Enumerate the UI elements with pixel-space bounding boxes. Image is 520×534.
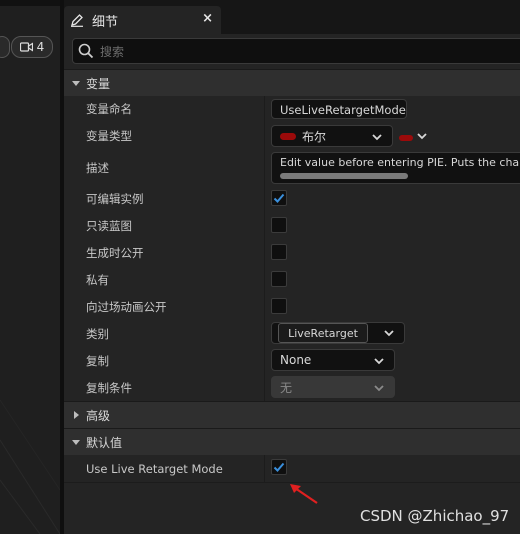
row-label: 变量命名 [86, 102, 132, 116]
description-field[interactable]: Edit value before entering PIE. Puts the… [271, 152, 520, 184]
section-default-value-label: 默认值 [86, 435, 123, 450]
chevron-down-icon [371, 131, 383, 143]
replication-dropdown[interactable]: None [271, 349, 395, 371]
pencil-icon [70, 13, 84, 27]
row-label: Use Live Retarget Mode [86, 461, 223, 476]
row-category: 类别 LiveRetarget [64, 320, 520, 348]
replication-condition-value: 无 [280, 380, 293, 395]
row-label: 复制条件 [86, 380, 132, 395]
row-label: 私有 [86, 272, 109, 287]
row-variable-type: 变量类型 布尔 [64, 122, 520, 151]
blueprint-readonly-checkbox[interactable] [271, 217, 287, 233]
tab-details[interactable]: 细节 × [64, 6, 221, 34]
row-divider [264, 293, 265, 320]
search-icon [78, 43, 94, 59]
row-blueprint-readonly: 只读蓝图 [64, 212, 520, 240]
replication-value: None [280, 353, 312, 367]
tab-separator [221, 6, 223, 34]
viewport-top-trim [0, 0, 60, 6]
section-advanced[interactable]: 高级 [64, 401, 520, 428]
expose-on-spawn-checkbox[interactable] [271, 244, 287, 260]
section-default-value[interactable]: 默认值 [64, 428, 520, 455]
row-replication-condition: 复制条件 无 [64, 374, 520, 402]
camera-speed-value: 4 [36, 40, 45, 54]
search-input[interactable]: 搜索 [72, 38, 520, 64]
row-replication: 复制 None [64, 347, 520, 375]
instance-editable-checkbox[interactable] [271, 190, 287, 206]
row-divider [264, 150, 265, 185]
search-placeholder: 搜索 [100, 44, 125, 59]
row-divider [264, 122, 265, 150]
row-label: 描述 [86, 160, 109, 175]
row-label: 生成时公开 [86, 245, 144, 260]
row-variable-name: 变量命名 UseLiveRetargetMode [64, 96, 520, 123]
row-instance-editable: 可编辑实例 [64, 185, 520, 213]
expose-to-cinematics-checkbox[interactable] [271, 298, 287, 314]
chevron-right-icon [70, 409, 82, 421]
tab-title: 细节 [92, 14, 119, 30]
section-variable[interactable]: 变量 [64, 69, 520, 96]
checkmark-icon [273, 193, 285, 203]
row-expose-to-cinematics: 向过场动画公开 [64, 293, 520, 321]
row-divider [264, 266, 265, 293]
row-label: 变量类型 [86, 129, 132, 143]
camera-speed-button[interactable]: 4 [11, 36, 53, 58]
bool-type-pill-icon [280, 132, 296, 140]
chevron-down-icon [383, 327, 395, 339]
variable-type-dropdown[interactable]: 布尔 [271, 125, 393, 147]
replication-condition-dropdown: 无 [271, 376, 395, 398]
viewport-grid-lines [0, 399, 60, 534]
row-description: 描述 Edit value before entering PIE. Puts … [64, 150, 520, 186]
row-divider [264, 455, 265, 482]
variable-type-value: 布尔 [302, 129, 327, 144]
row-divider [264, 239, 265, 266]
category-combobox[interactable]: LiveRetarget [271, 322, 405, 344]
container-type-pill-icon [399, 134, 413, 141]
description-text: Edit value before entering PIE. Puts the… [280, 156, 520, 169]
row-label: 可编辑实例 [86, 191, 144, 206]
chevron-down-icon [70, 436, 82, 448]
variable-name-field[interactable]: UseLiveRetargetMode [271, 99, 407, 119]
chevron-down-icon [373, 382, 385, 394]
viewport-toggle-button[interactable] [0, 36, 10, 58]
row-label: 只读蓝图 [86, 218, 132, 233]
chevron-down-icon [373, 355, 385, 367]
camera-icon [19, 42, 33, 52]
row-expose-on-spawn: 生成时公开 [64, 239, 520, 267]
section-variable-label: 变量 [86, 76, 111, 91]
use-live-retarget-mode-checkbox[interactable] [271, 459, 287, 475]
checkmark-icon [273, 462, 285, 472]
private-checkbox[interactable] [271, 271, 287, 287]
row-divider [264, 185, 265, 212]
category-value[interactable]: LiveRetarget [278, 323, 368, 343]
section-advanced-label: 高级 [86, 408, 111, 423]
horizontal-scrollbar[interactable] [280, 173, 408, 179]
container-type-dropdown[interactable] [399, 130, 428, 145]
row-divider [264, 374, 265, 401]
row-private: 私有 [64, 266, 520, 294]
row-label: 复制 [86, 353, 109, 368]
tab-bar: 细节 × [64, 0, 520, 34]
chevron-down-icon [70, 77, 82, 89]
close-icon[interactable]: × [202, 11, 213, 26]
watermark: CSDN @Zhichao_97 [360, 507, 510, 525]
row-divider [264, 96, 265, 122]
row-label: 类别 [86, 326, 109, 341]
annotation-arrow-icon [290, 484, 318, 504]
row-divider [264, 347, 265, 374]
row-label: 向过场动画公开 [86, 299, 167, 314]
chevron-down-icon [416, 130, 428, 145]
viewport-pane: 4 [0, 0, 60, 534]
details-panel: 细节 × 搜索 变量 变量命名 UseLiveRetargetMode 变量类型… [64, 0, 520, 534]
row-divider [264, 212, 265, 239]
row-divider [264, 320, 265, 347]
